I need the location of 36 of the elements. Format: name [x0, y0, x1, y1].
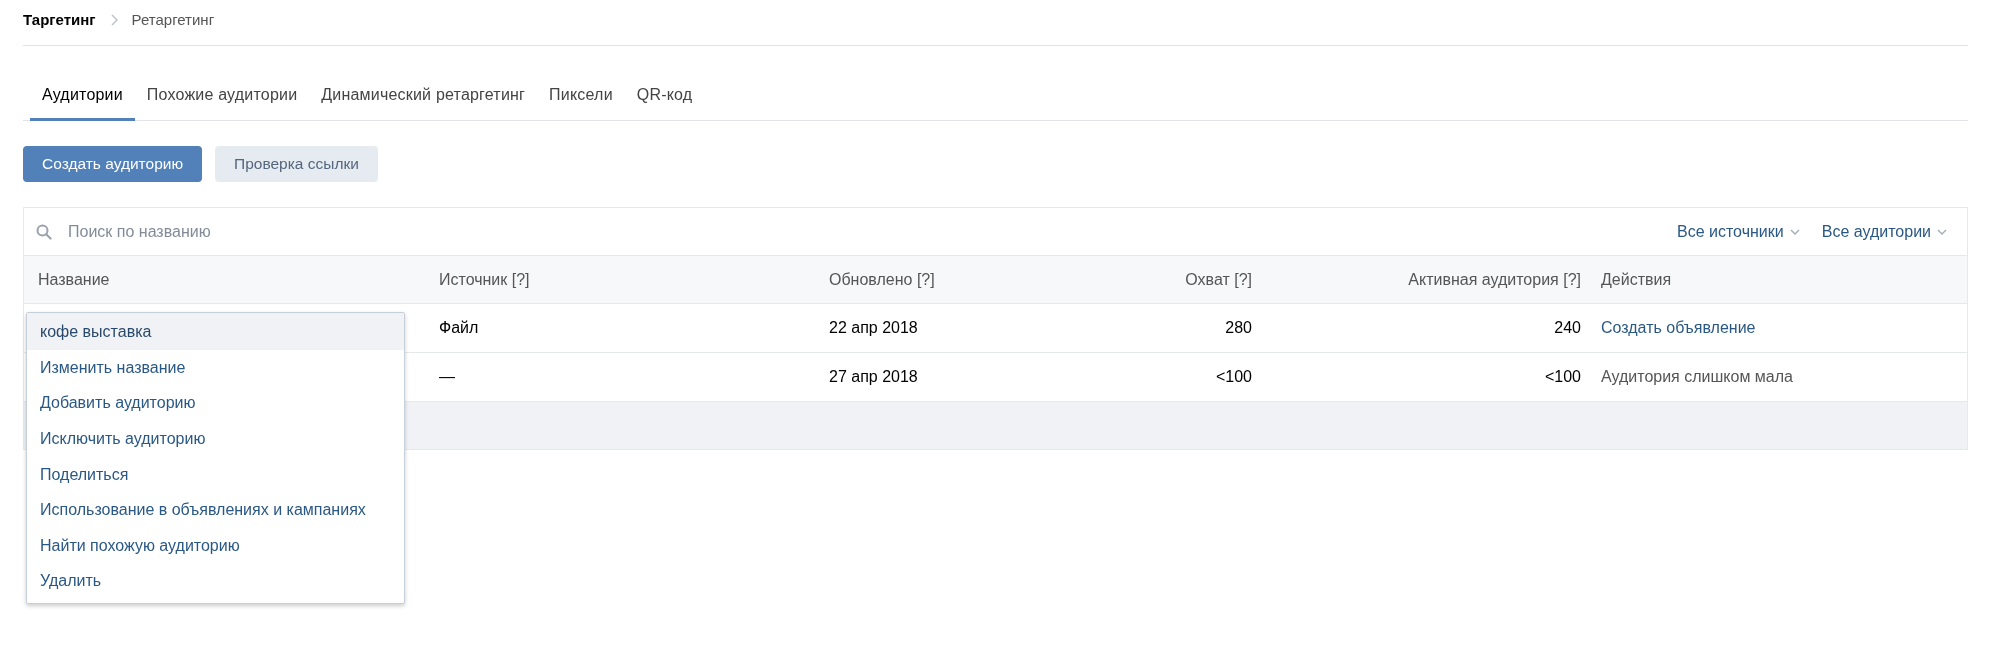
tab[interactable]: Пиксели: [537, 76, 625, 121]
table-cell: 22 апр 2018: [815, 304, 1101, 353]
breadcrumb-link[interactable]: Таргетинг: [23, 11, 96, 28]
table-cell: 280: [1101, 304, 1266, 353]
caret-icon: [1789, 228, 1800, 235]
table-cell: Файл: [425, 304, 815, 353]
column-header[interactable]: Источник [?]: [425, 255, 815, 304]
column-header[interactable]: Охват [?]: [1101, 255, 1266, 304]
filter-dropdown[interactable]: Все источники: [1677, 222, 1800, 241]
menu-item[interactable]: Добавить аудиторию: [27, 385, 404, 422]
tab[interactable]: Аудитории: [30, 76, 135, 121]
menu-item[interactable]: Поделиться: [27, 456, 404, 493]
create-audience-button[interactable]: Создать аудиторию: [23, 146, 203, 182]
search-field[interactable]: Поиск по названию: [68, 222, 468, 241]
breadcrumb-link[interactable]: Ретаргетинг: [131, 11, 215, 28]
table-cell: 240: [1266, 304, 1595, 353]
check-link-button[interactable]: Проверка ссылки: [215, 146, 378, 182]
tab[interactable]: Динамический ретаргетинг: [309, 76, 538, 121]
menu-item[interactable]: Изменить название: [27, 350, 404, 386]
menu-item[interactable]: Найти похожую аудиторию: [27, 527, 404, 564]
column-header[interactable]: Активная аудитория [?]: [1266, 255, 1595, 304]
column-header[interactable]: Название: [24, 255, 425, 304]
chevron-right-icon: [109, 13, 118, 26]
create-ad-link[interactable]: Создать объявление: [1601, 319, 1756, 337]
column-header[interactable]: Действия: [1595, 255, 1967, 304]
search-icon: [36, 223, 52, 240]
tab[interactable]: Похожие аудитории: [134, 76, 310, 121]
filter-dropdown[interactable]: Все аудитории: [1821, 222, 1947, 241]
menu-item[interactable]: Использование в объявлениях и кампаниях: [27, 492, 404, 528]
menu-item[interactable]: Исключить аудиторию: [27, 421, 404, 457]
caret-icon: [1937, 228, 1947, 235]
table-cell: Аудитория слишком мала: [1601, 368, 1793, 386]
tab[interactable]: QR-код: [624, 76, 705, 121]
menu-title[interactable]: кофе выставка: [27, 313, 404, 350]
menu-item[interactable]: Удалить: [27, 563, 404, 600]
column-header[interactable]: Обновлено [?]: [815, 255, 1101, 304]
